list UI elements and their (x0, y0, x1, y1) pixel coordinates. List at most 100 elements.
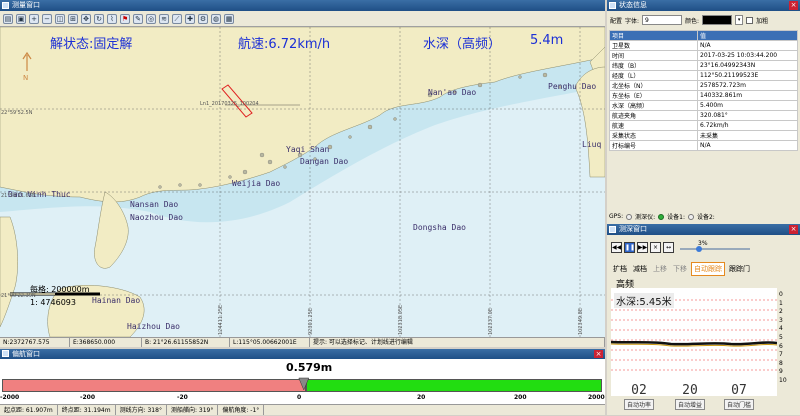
depth-axis-label: 9 (779, 368, 783, 376)
progress-thumb[interactable] (695, 246, 702, 252)
globe-icon[interactable]: ◍ (211, 13, 221, 24)
row-key: 东坐标（E） (609, 90, 698, 101)
counter-button[interactable]: 自动功率 (624, 399, 654, 410)
status-table-row[interactable]: 东坐标（E） 140332.861m (609, 90, 798, 101)
status-table-row[interactable]: 航迹夹角 320.081° (609, 110, 798, 121)
device2-status-icon (687, 213, 694, 220)
status-table-row[interactable]: 水深（高频） 5.400m (609, 100, 798, 111)
progress-slider[interactable]: 3% (680, 240, 750, 253)
pause-icon[interactable]: ❚❚ (624, 241, 635, 253)
lat-label: 21°59'21.63N (1, 193, 36, 199)
rewind-icon[interactable]: ◀◀ (611, 241, 622, 253)
status-table-row[interactable]: 打标编号 N/A (609, 140, 798, 151)
place-name: Hainan Dao (92, 296, 141, 305)
row-value: 112°50.21199523E (697, 70, 798, 81)
status-latitude: B: 21°26.61155852N (142, 338, 230, 347)
ship-heading: 测船艏向: 319° (167, 405, 219, 415)
depth-axis-label: 6 (779, 342, 783, 350)
tab-track-gate[interactable]: 跟踪门 (727, 263, 752, 275)
refresh-icon[interactable]: ↻ (94, 13, 104, 24)
mark-icon[interactable]: ✚ (185, 13, 195, 24)
pan-icon[interactable]: ✥ (81, 13, 91, 24)
tab-reduce-range[interactable]: 减档 (631, 263, 649, 275)
open-icon[interactable]: ▤ (3, 13, 13, 24)
flag-icon[interactable]: ⚑ (120, 13, 130, 24)
status-table-row[interactable]: 纬度（B） 23°16.04992343N (609, 60, 798, 71)
counter-button[interactable]: 自动增益 (675, 399, 705, 410)
place-name: Yaqi Shan (286, 145, 330, 154)
coordinate-status-bar: N:2372767.575 E:368650.000 B: 21°26.6115… (0, 337, 605, 347)
map-toolbar: ▤ ▣ + − ◫ ⊞ ✥ ↻ ⌇ ⚑ ✎ ◎ ≋ ⟋ ✚ ⚙ ◍ ▦ (0, 11, 605, 27)
tab-expand-range[interactable]: 扩档 (611, 263, 629, 275)
lat-label: 22°59'52.5N (1, 110, 33, 116)
header-value: 值 (697, 30, 798, 41)
status-table-row[interactable]: 经度（L） 112°50.21199523E (609, 70, 798, 81)
status-config-row: 配置 字体: 9 颜色: ▾ 加粗 (607, 13, 800, 27)
status-table-row[interactable]: 采集状态 未采集 (609, 130, 798, 141)
font-size-select[interactable]: 9 (642, 15, 683, 25)
depth-overlay-value: 5.4m (530, 33, 564, 48)
row-value: 2017-03-25 10:03:44.200 (697, 50, 798, 61)
status-longitude: L:115°05.00662001E (230, 338, 310, 347)
track-icon[interactable]: ⟋ (172, 13, 182, 24)
map-drawing (0, 27, 605, 337)
chart-icon[interactable]: ▦ (224, 13, 234, 24)
status-table-row[interactable]: 航速 6.72km/h (609, 120, 798, 131)
row-value: 5.400m (697, 100, 798, 111)
place-name: Dangan Dao (300, 157, 349, 166)
map-window-title: 测量窗口 (12, 1, 40, 9)
tab-move-up[interactable]: 上移 (651, 263, 669, 275)
expand-icon[interactable]: ↔ (663, 241, 674, 253)
auto-gain-counter: 20 自动增益 (675, 383, 705, 410)
gps-item: 设备1: (667, 214, 685, 221)
place-name: Nan'ao Dao (428, 88, 477, 97)
status-table-row[interactable]: 北坐标（N） 2578572.723m (609, 80, 798, 91)
layers-icon[interactable]: ≋ (159, 13, 169, 24)
zoom-window-icon[interactable]: ◫ (55, 13, 65, 24)
row-key: 采集状态 (609, 130, 698, 141)
settings-icon[interactable]: ⚙ (198, 13, 208, 24)
depth-axis-label: 3 (779, 316, 783, 324)
counter-value: 02 (631, 383, 647, 398)
window-icon (2, 350, 9, 357)
deviation-tick-label: -20 (177, 394, 188, 401)
close-icon[interactable]: × (594, 350, 603, 358)
fix-status-overlay: 解状态:固定解 (50, 37, 133, 52)
sounder-status-icon (626, 213, 633, 220)
zoom-out-icon[interactable]: − (42, 13, 52, 24)
row-key: 经度（L） (609, 70, 698, 81)
depth-axis-label: 0 (779, 291, 783, 298)
status-table-row[interactable]: 卫星数 N/A (609, 40, 798, 51)
edit-icon[interactable]: ✎ (133, 13, 143, 24)
color-swatch[interactable] (702, 15, 733, 25)
deviation-tick-label: -2000 (0, 394, 20, 401)
measure-icon[interactable]: ⌇ (107, 13, 117, 24)
place-name: Liuq (582, 140, 602, 149)
status-table-header: 项目 值 (609, 30, 798, 41)
chevron-down-icon[interactable]: ▾ (735, 15, 744, 25)
close-icon[interactable]: × (789, 1, 798, 10)
center-ship-icon[interactable]: ◎ (146, 13, 156, 24)
status-panel-titlebar: 状态信息 × (607, 0, 800, 11)
status-table-row[interactable]: 时间 2017-03-25 10:03:44.200 (609, 50, 798, 61)
stop-icon[interactable]: × (650, 241, 661, 253)
row-value: 23°16.04992343N (697, 60, 798, 71)
row-value: N/A (697, 40, 798, 51)
full-extent-icon[interactable]: ⊞ (68, 13, 78, 24)
chart-map-canvas[interactable]: 解状态:固定解 航速:6.72km/h 水深（高频） 5.4m Dao Vinh… (0, 27, 605, 337)
deviation-angle: 偏航角度: -1° (218, 405, 265, 415)
echogram-depth: 水深:5.45米 (614, 293, 674, 308)
close-icon[interactable]: × (789, 225, 798, 234)
auto-threshold-counter: 07 自动门槛 (724, 383, 754, 410)
tab-move-down[interactable]: 下移 (671, 263, 689, 275)
tab-auto-track[interactable]: 自动跟踪 (691, 261, 725, 276)
counter-value: 20 (682, 383, 698, 398)
save-icon[interactable]: ▣ (16, 13, 26, 24)
bold-checkbox[interactable] (746, 16, 754, 24)
counter-button[interactable]: 自动门槛 (724, 399, 754, 410)
gps-item: 设备2: (696, 214, 715, 221)
forward-icon[interactable]: ▶▶ (637, 241, 648, 253)
window-icon (609, 226, 616, 233)
sounder-window-titlebar: 测深窗口 × (607, 224, 800, 235)
zoom-in-icon[interactable]: + (29, 13, 39, 24)
